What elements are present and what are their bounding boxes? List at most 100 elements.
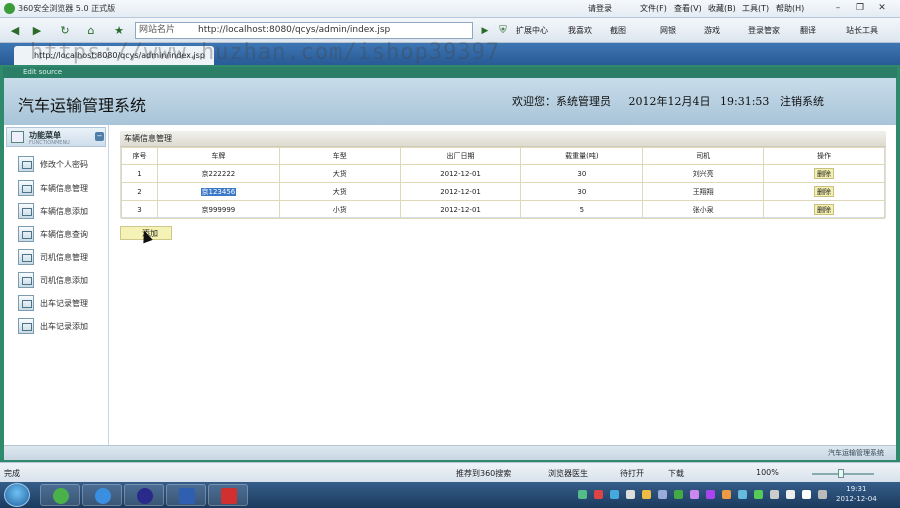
favorite-star-icon[interactable]: ★ <box>110 23 128 39</box>
toolbar-translate[interactable]: 翻译 <box>800 25 816 36</box>
menu-tools[interactable]: 工具(T) <box>742 3 769 14</box>
sidebar-item-vehicle-manage[interactable]: 车辆信息管理 <box>18 179 108 197</box>
current-date: 2012年12月4日 <box>628 95 711 108</box>
network-icon[interactable] <box>786 490 795 499</box>
sidebar-item-label: 出车记录管理 <box>40 299 88 308</box>
user-info: 欢迎您：系统管理员 2012年12月4日 19:31:53 <box>512 93 769 109</box>
toolbar-screenshot[interactable]: 截图 <box>610 25 626 36</box>
tray-icon[interactable] <box>594 490 603 499</box>
toolbar-login-manager[interactable]: 登录管家 <box>748 25 780 36</box>
close-icon[interactable]: ✕ <box>874 2 890 15</box>
table-header-row: 序号 车牌 车型 出厂日期 载重量(吨) 司机 操作 <box>121 147 885 165</box>
tray-icon[interactable] <box>690 490 699 499</box>
start-button-icon[interactable] <box>4 483 30 507</box>
zoom-slider-thumb[interactable] <box>838 469 844 478</box>
trip-icon <box>18 295 34 311</box>
cell-type: 大货 <box>278 182 401 201</box>
password-icon <box>18 156 34 172</box>
browser-logo-icon <box>4 3 15 14</box>
sidebar-item-trip-add[interactable]: 出车记录添加 <box>18 317 108 335</box>
toolbar-like[interactable]: 我喜欢 <box>568 25 592 36</box>
tray-icon[interactable] <box>674 490 683 499</box>
refresh-icon[interactable]: ↻ <box>56 23 74 39</box>
shield-icon[interactable]: ⛨ <box>494 23 512 39</box>
menu-file[interactable]: 文件(F) <box>640 3 667 14</box>
address-url[interactable]: http://localhost:8080/qcys/admin/index.j… <box>198 23 390 38</box>
logout-link[interactable]: 注销系统 <box>780 93 824 109</box>
table-row: 2 京123456 大货 2012-12-01 30 王翔翔 删除 <box>121 182 885 201</box>
tray-icon[interactable] <box>626 490 635 499</box>
watermark: https://www.huzhan.com/ishop39397 <box>30 40 501 65</box>
status-doctor[interactable]: 浏览器医生 <box>548 468 588 479</box>
word-icon <box>179 488 195 504</box>
taskbar-app[interactable] <box>208 484 248 506</box>
tray-icon[interactable] <box>770 490 779 499</box>
app-title: 汽车运输管理系统 <box>18 96 147 115</box>
cell-action: 删除 <box>763 200 885 219</box>
os-taskbar <box>0 482 900 508</box>
tray-icon[interactable] <box>738 490 747 499</box>
menu-favorites[interactable]: 收藏(B) <box>708 3 736 14</box>
taskbar-360-browser[interactable] <box>40 484 80 506</box>
cell-driver: 张小泉 <box>642 200 765 219</box>
sidebar-item-driver-add[interactable]: 司机信息添加 <box>18 271 108 289</box>
tray-icon[interactable] <box>706 490 715 499</box>
sidebar-item-label: 车辆信息查询 <box>40 230 88 239</box>
taskbar-clock[interactable]: 19:31 2012-12-04 <box>836 484 877 504</box>
clock-date: 2012-12-04 <box>836 495 877 503</box>
table-row: 1 京222222 大货 2012-12-01 30 刘兴亮 删除 <box>121 164 885 183</box>
minimize-icon[interactable]: – <box>830 2 846 15</box>
delete-button[interactable]: 删除 <box>814 204 835 215</box>
status-pending[interactable]: 待打开 <box>620 468 644 479</box>
menu-help[interactable]: 帮助(H) <box>776 3 804 14</box>
menu-view[interactable]: 查看(V) <box>674 3 702 14</box>
taskbar-eclipse[interactable] <box>124 484 164 506</box>
driver-add-icon <box>18 272 34 288</box>
tray-icon[interactable] <box>610 490 619 499</box>
volume-icon[interactable] <box>802 490 811 499</box>
ie-icon <box>95 488 111 504</box>
toolbar-bank[interactable]: 网银 <box>660 25 676 36</box>
sidebar-item-change-password[interactable]: 修改个人密码 <box>18 155 108 173</box>
status-zoom[interactable]: 100% <box>756 468 779 477</box>
address-label: 网站名片 <box>139 25 176 35</box>
status-download[interactable]: 下载 <box>668 468 684 479</box>
go-icon[interactable]: ▶ <box>476 23 494 39</box>
tray-icon[interactable] <box>754 490 763 499</box>
tray-icon[interactable] <box>658 490 667 499</box>
vehicle-icon <box>18 180 34 196</box>
eclipse-icon <box>137 488 153 504</box>
app-footer: 汽车运输管理系统 <box>4 445 896 460</box>
sidebar-item-label: 司机信息添加 <box>40 276 88 285</box>
tray-icon[interactable] <box>642 490 651 499</box>
toolbar-games[interactable]: 游戏 <box>704 25 720 36</box>
cell-action: 删除 <box>763 182 885 201</box>
toolbar-webmaster[interactable]: 站长工具 <box>846 25 878 36</box>
taskbar-word[interactable] <box>166 484 206 506</box>
current-time: 19:31:53 <box>720 95 770 108</box>
back-icon[interactable]: ◀ <box>6 23 24 39</box>
toolbar-extensions[interactable]: 扩展中心 <box>516 25 548 36</box>
delete-button[interactable]: 删除 <box>814 168 835 179</box>
welcome-text: 欢迎您：系统管理员 <box>512 95 611 108</box>
tray-icon[interactable] <box>578 490 587 499</box>
column-header-type: 车型 <box>278 147 401 165</box>
collapse-icon[interactable]: − <box>95 132 104 141</box>
home-icon[interactable]: ⌂ <box>82 23 100 39</box>
taskbar-ie[interactable] <box>82 484 122 506</box>
forward-icon[interactable]: ▶ <box>28 23 46 39</box>
sidebar-item-driver-manage[interactable]: 司机信息管理 <box>18 248 108 266</box>
sidebar-item-vehicle-add[interactable]: 车辆信息添加 <box>18 202 108 220</box>
login-link[interactable]: 请登录 <box>588 3 612 14</box>
sidebar-item-label: 出车记录添加 <box>40 322 88 331</box>
tray-icon[interactable] <box>722 490 731 499</box>
flag-icon[interactable] <box>818 490 827 499</box>
restore-icon[interactable]: ❐ <box>852 2 868 15</box>
sidebar-item-vehicle-query[interactable]: 车辆信息查询 <box>18 225 108 243</box>
delete-button[interactable]: 删除 <box>814 186 835 197</box>
sidebar-item-trip-manage[interactable]: 出车记录管理 <box>18 294 108 312</box>
status-search[interactable]: 推荐到360搜索 <box>456 468 511 479</box>
cell-plate: 京222222 <box>156 164 280 183</box>
cell-driver: 王翔翔 <box>642 182 765 201</box>
address-bar[interactable]: 网站名片 http://localhost:8080/qcys/admin/in… <box>135 22 473 39</box>
